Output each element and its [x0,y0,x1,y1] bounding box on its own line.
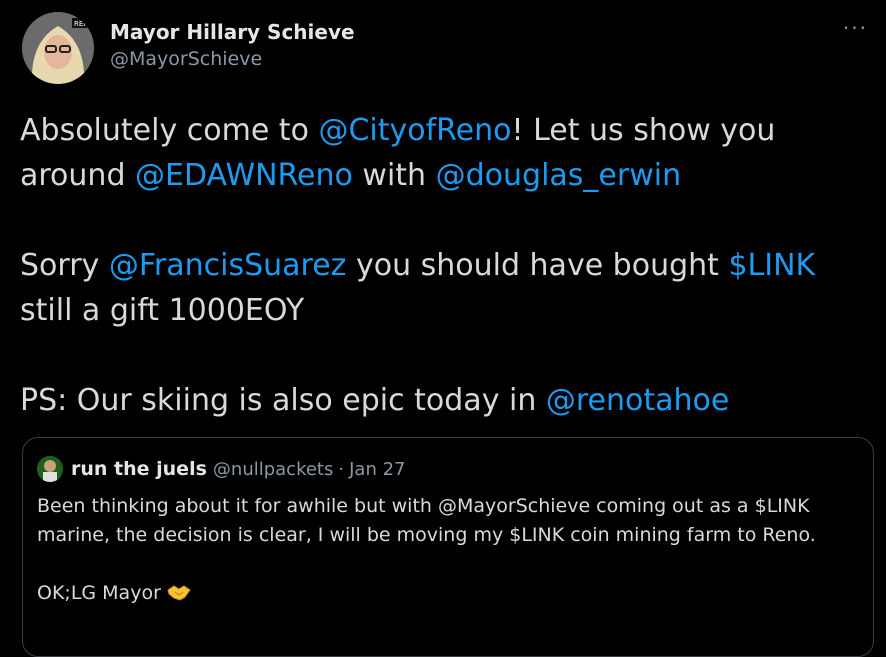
quoted-author-handle[interactable]: @nullpackets [213,459,333,480]
svg-text:RENO: RENO [74,20,94,28]
quoted-tweet-header: run the juels @nullpackets · Jan 27 [37,456,405,482]
text-segment: Sorry [20,248,100,283]
handshake-icon [167,582,191,611]
separator-dot: · [338,458,345,480]
mention-link[interactable]: @FrancisSuarez [109,248,347,283]
mention-link[interactable]: @renotahoe [546,383,729,418]
tweet-text: Absolutely come to @CityofReno! Let us s… [20,108,870,423]
quoted-author-name[interactable]: run the juels [71,458,207,480]
mention-link[interactable]: @EDAWNReno [135,158,353,193]
cashtag-link[interactable]: $LINK [728,248,815,283]
text-segment: with [352,158,436,193]
author-display-name[interactable]: Mayor Hillary Schieve [110,18,355,46]
quoted-text-body: Been thinking about it for awhile but wi… [37,495,816,604]
quoted-tweet-text: Been thinking about it for awhile but wi… [37,492,863,611]
more-options-icon[interactable]: ··· [843,16,868,40]
quoted-author-avatar[interactable] [37,456,63,482]
author-handle[interactable]: @MayorSchieve [110,46,355,72]
text-segment: still a gift 1000EOY PS: Our skiing is a… [20,293,537,418]
text-segment: you should have bought [346,248,729,283]
text-segment: Absolutely come to [20,113,319,148]
author-info: Mayor Hillary Schieve @MayorSchieve [110,18,355,72]
mention-link[interactable]: @douglas_erwin [436,158,681,193]
author-avatar[interactable]: RENO [22,12,94,84]
quoted-tweet-date[interactable]: Jan 27 [349,459,405,480]
mention-link[interactable]: @CityofReno [318,113,511,148]
quoted-tweet[interactable]: run the juels @nullpackets · Jan 27 Been… [22,437,874,657]
avatar-photo-icon [37,456,63,482]
avatar-photo-icon: RENO [22,12,94,84]
